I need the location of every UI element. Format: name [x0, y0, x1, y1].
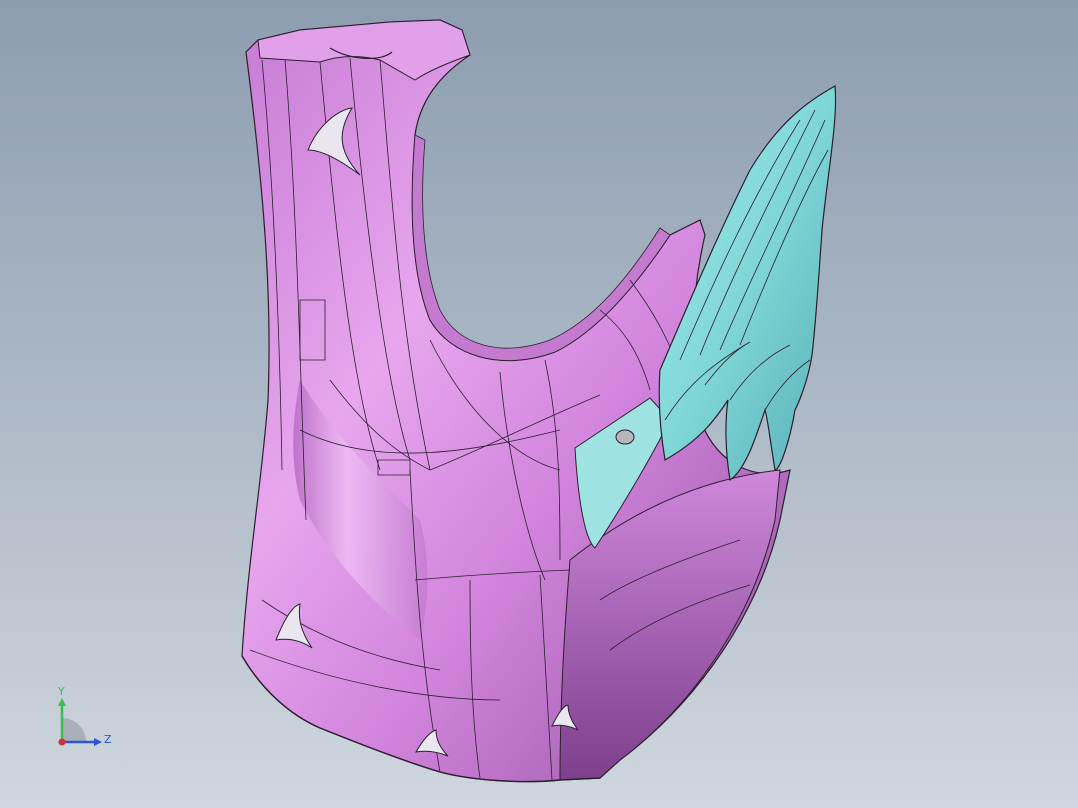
x-axis-dot: [58, 738, 66, 746]
y-axis-label: Y: [58, 685, 65, 698]
wing-plate-hole: [615, 429, 635, 445]
z-axis-label: Z: [104, 733, 112, 746]
3d-viewport[interactable]: Y Z: [0, 0, 1078, 808]
axis-triad: Y Z: [48, 684, 128, 754]
triad-sector: [62, 718, 86, 742]
cad-model-view[interactable]: [0, 0, 1078, 808]
y-axis-arrow: [58, 698, 66, 706]
z-axis-arrow: [94, 738, 102, 746]
